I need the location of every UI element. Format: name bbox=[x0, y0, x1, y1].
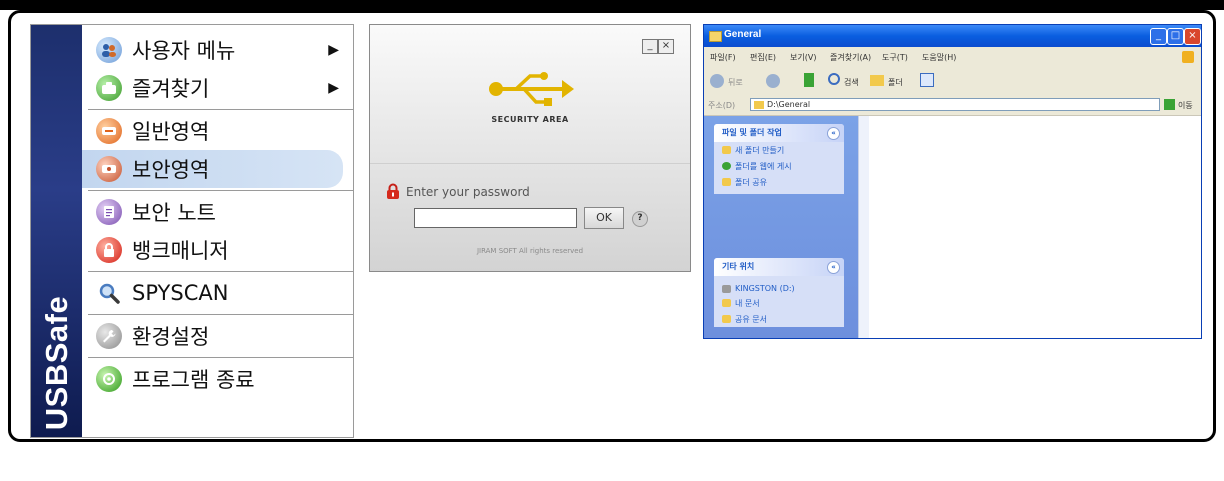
window-title: General bbox=[724, 29, 762, 40]
magnifier-icon bbox=[96, 280, 122, 306]
search-icon[interactable] bbox=[828, 73, 840, 85]
go-arrow-icon[interactable] bbox=[1164, 99, 1175, 110]
submenu-arrow-icon: ▶ bbox=[328, 42, 339, 58]
menu-item-label: 프로그램 종료 bbox=[132, 368, 255, 392]
help-button[interactable]: ? bbox=[632, 211, 648, 227]
forward-arrow-icon[interactable] bbox=[766, 74, 780, 88]
menu-separator bbox=[88, 314, 353, 315]
menu-bar: 파일(F) 편집(E) 보기(V) 즐겨찾기(A) 도구(T) 도움말(H) bbox=[704, 47, 1201, 68]
menu-item-label: 사용자 메뉴 bbox=[132, 39, 236, 63]
place-item-shared-documents[interactable]: 공유 문서 bbox=[714, 311, 844, 327]
toolbar: 뒤로 검색 폴더 bbox=[704, 67, 1201, 96]
go-button-label[interactable]: 이동 bbox=[1178, 100, 1193, 111]
task-pane-scrollbar[interactable] bbox=[858, 116, 869, 338]
menu-item-label: 뱅크매니저 bbox=[132, 239, 229, 263]
menu-item-label: 보안영역 bbox=[132, 158, 210, 182]
search-button-label[interactable]: 검색 bbox=[844, 77, 859, 88]
views-icon[interactable] bbox=[920, 73, 934, 87]
security-area-logo-text: SECURITY AREA bbox=[491, 115, 569, 124]
explorer-window: General _ □ × 파일(F) 편집(E) 보기(V) 즐겨찾기(A) … bbox=[703, 24, 1202, 339]
other-places-panel: 기타 위치 « KINGSTON (D:) 내 문서 공유 문서 bbox=[714, 258, 844, 327]
menu-item-secure-note[interactable]: 보안 노트 bbox=[82, 193, 353, 231]
collapse-chevron-icon[interactable]: « bbox=[827, 261, 840, 274]
brand-bar: USBSafe bbox=[31, 25, 82, 437]
menu-separator bbox=[88, 271, 353, 272]
menu-help[interactable]: 도움말(H) bbox=[922, 52, 956, 63]
menu-item-label: 일반영역 bbox=[132, 120, 210, 144]
secure-area-icon bbox=[96, 156, 122, 182]
menu-favorites[interactable]: 즐겨찾기(A) bbox=[830, 52, 871, 63]
power-icon bbox=[96, 366, 122, 392]
panel-divider bbox=[370, 163, 690, 164]
windows-logo-icon bbox=[1182, 51, 1194, 63]
task-item-share-folder[interactable]: 폴더 공유 bbox=[714, 174, 844, 194]
menu-file[interactable]: 파일(F) bbox=[710, 52, 736, 63]
task-item-new-folder[interactable]: 새 폴더 만들기 bbox=[714, 142, 844, 158]
place-item-drive[interactable]: KINGSTON (D:) bbox=[714, 276, 844, 295]
menu-items: 사용자 메뉴 ▶ 즐겨찾기 ▶ 일반영역 보안영역 보안 노트 뱅크매니저 SP… bbox=[82, 25, 353, 398]
menu-item-label: 보안 노트 bbox=[132, 201, 216, 225]
menu-separator bbox=[88, 357, 353, 358]
minimize-button[interactable]: _ bbox=[642, 39, 658, 54]
task-item-publish-web[interactable]: 폴더를 웹에 게시 bbox=[714, 158, 844, 174]
folders-icon[interactable] bbox=[870, 75, 884, 86]
settings-icon bbox=[96, 323, 122, 349]
up-folder-icon[interactable] bbox=[804, 73, 814, 87]
user-menu-icon bbox=[96, 37, 122, 63]
close-button[interactable]: × bbox=[658, 39, 674, 54]
password-input[interactable] bbox=[414, 208, 577, 228]
menu-item-label: 환경설정 bbox=[132, 325, 210, 349]
menu-item-label: SPYSCAN bbox=[132, 281, 229, 305]
maximize-button[interactable]: □ bbox=[1167, 28, 1184, 45]
folder-icon bbox=[709, 31, 722, 42]
menu-item-exit[interactable]: 프로그램 종료 bbox=[82, 360, 353, 398]
security-login-panel: _ × SECURITY AREA Enter your password OK… bbox=[369, 24, 691, 272]
menu-separator bbox=[88, 190, 353, 191]
address-bar: 주소(D) D:\General 이동 bbox=[704, 95, 1201, 116]
menu-item-label: 즐겨찾기 bbox=[132, 77, 210, 101]
task-pane: 파일 및 폴더 작업 « 새 폴더 만들기 폴더를 웹에 게시 폴더 공유 기타 … bbox=[704, 116, 868, 338]
favorites-icon bbox=[96, 75, 122, 101]
menu-edit[interactable]: 편집(E) bbox=[750, 52, 776, 63]
ok-button[interactable]: OK bbox=[584, 207, 624, 229]
close-button[interactable]: × bbox=[1184, 28, 1201, 45]
menu-item-user-menu[interactable]: 사용자 메뉴 ▶ bbox=[82, 31, 353, 69]
copyright-text: JIRAM SOFT All rights reserved bbox=[476, 247, 584, 255]
submenu-arrow-icon: ▶ bbox=[328, 80, 339, 96]
menu-item-secure-area[interactable]: 보안영역 bbox=[82, 150, 343, 188]
menu-view[interactable]: 보기(V) bbox=[790, 52, 816, 63]
file-folder-tasks-panel: 파일 및 폴더 작업 « 새 폴더 만들기 폴더를 웹에 게시 폴더 공유 bbox=[714, 124, 844, 194]
folders-button-label[interactable]: 폴더 bbox=[888, 77, 903, 88]
brand-label: USBSafe bbox=[39, 295, 74, 431]
back-button-label[interactable]: 뒤로 bbox=[728, 77, 743, 88]
menu-item-bank-manager[interactable]: 뱅크매니저 bbox=[82, 231, 353, 269]
usb-logo-icon bbox=[486, 69, 576, 113]
password-label: Enter your password bbox=[406, 185, 530, 199]
title-bar[interactable]: General _ □ × bbox=[704, 25, 1201, 47]
address-value: D:\General bbox=[767, 100, 811, 109]
tasks-title[interactable]: 파일 및 폴더 작업 « bbox=[714, 124, 844, 142]
collapse-chevron-icon[interactable]: « bbox=[827, 127, 840, 140]
secure-note-icon bbox=[96, 199, 122, 225]
bank-manager-icon bbox=[96, 237, 122, 263]
top-black-strip bbox=[0, 0, 1224, 10]
address-label: 주소(D) bbox=[708, 101, 736, 110]
folder-icon bbox=[754, 101, 764, 109]
general-area-icon bbox=[96, 118, 122, 144]
menu-item-spyscan[interactable]: SPYSCAN bbox=[82, 274, 353, 312]
back-arrow-icon[interactable] bbox=[710, 74, 724, 88]
menu-tools[interactable]: 도구(T) bbox=[882, 52, 908, 63]
menu-separator bbox=[88, 109, 353, 110]
minimize-button[interactable]: _ bbox=[1150, 28, 1167, 45]
menu-item-favorites[interactable]: 즐겨찾기 ▶ bbox=[82, 69, 353, 107]
menu-item-settings[interactable]: 환경설정 bbox=[82, 317, 353, 355]
address-input[interactable]: D:\General bbox=[750, 98, 1160, 111]
lock-icon bbox=[386, 183, 400, 199]
usbsafe-start-menu: USBSafe 사용자 메뉴 ▶ 즐겨찾기 ▶ 일반영역 보안영역 보안 노트 … bbox=[30, 24, 354, 438]
menu-item-general-area[interactable]: 일반영역 bbox=[82, 112, 353, 150]
place-item-my-documents[interactable]: 내 문서 bbox=[714, 295, 844, 311]
places-title[interactable]: 기타 위치 « bbox=[714, 258, 844, 276]
